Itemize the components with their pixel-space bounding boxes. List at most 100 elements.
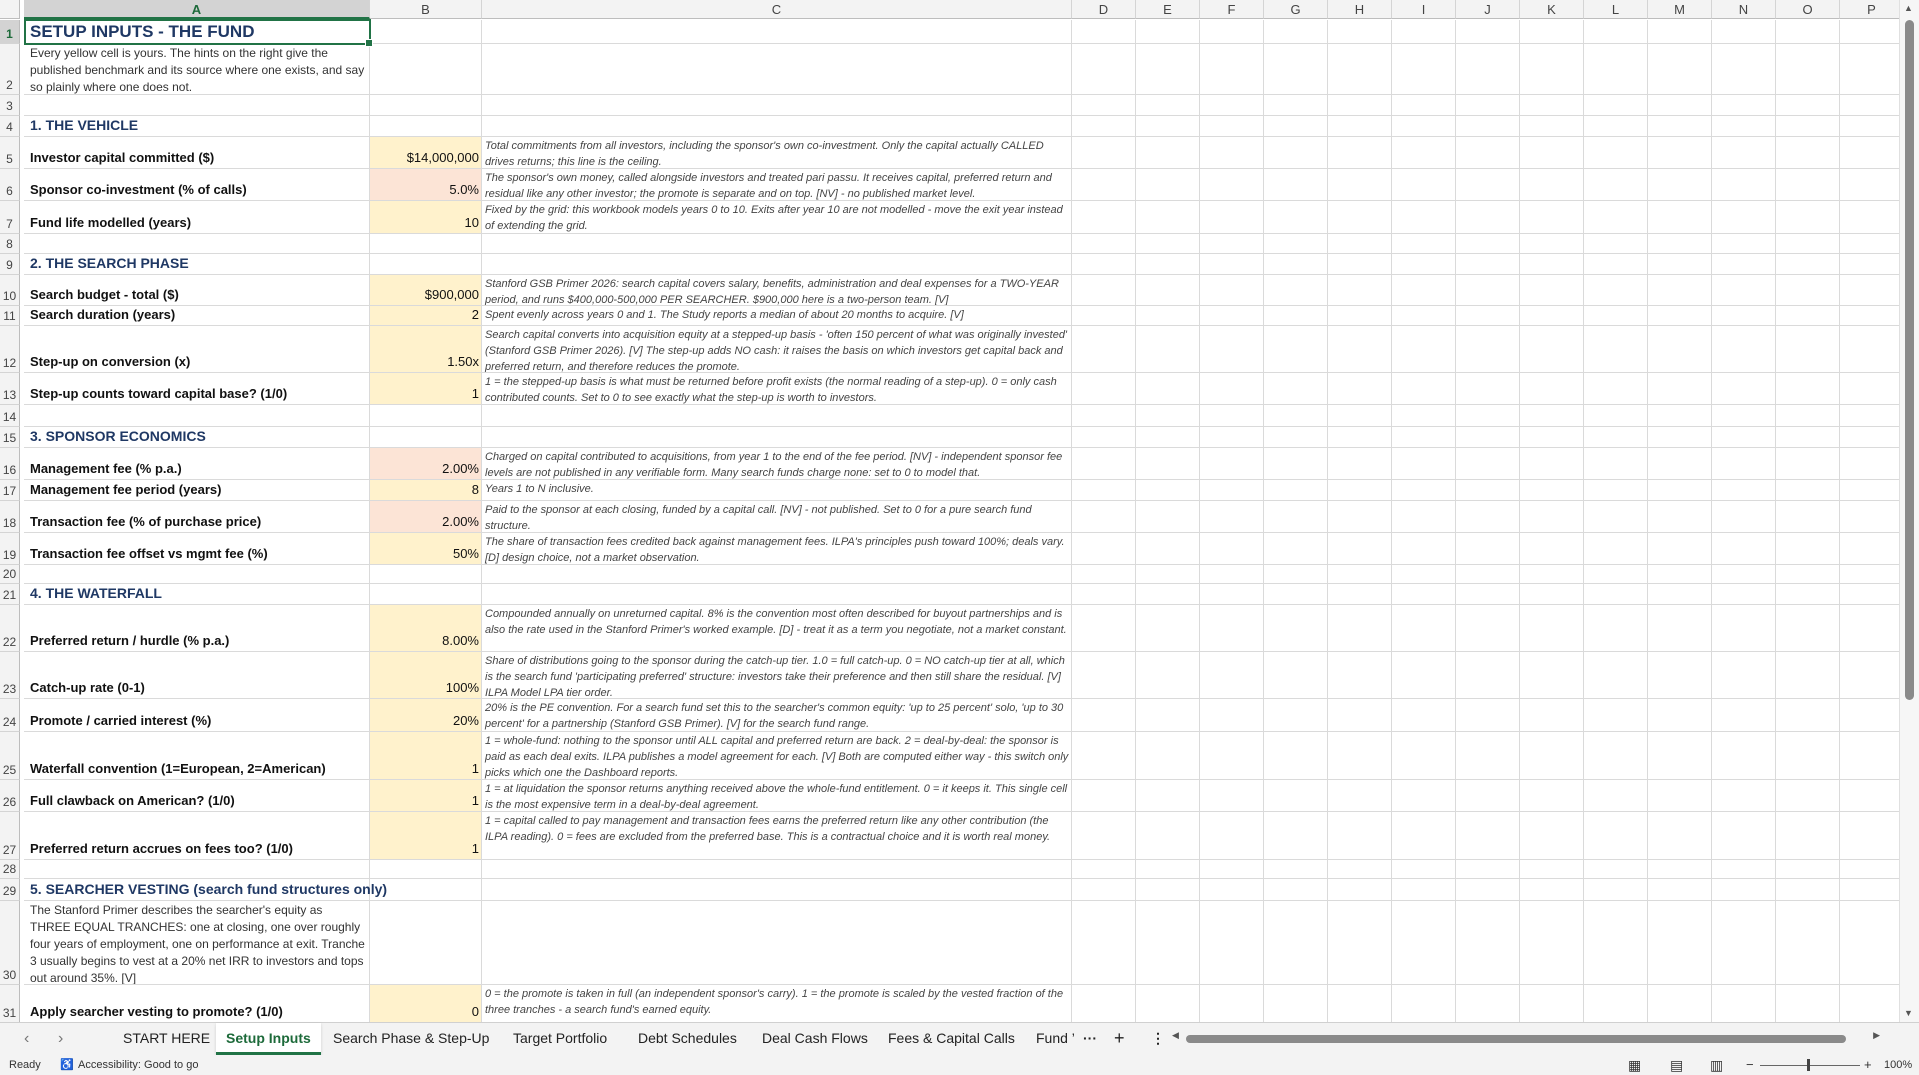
grid-cell[interactable] xyxy=(1584,373,1648,405)
grid-cell[interactable] xyxy=(1072,20,1136,44)
grid-cell[interactable] xyxy=(1264,254,1328,275)
grid-cell[interactable] xyxy=(1776,20,1840,44)
grid-cell[interactable] xyxy=(1392,169,1456,201)
column-header-m[interactable]: M xyxy=(1648,0,1712,19)
grid-cell[interactable] xyxy=(1264,20,1328,44)
grid-cell[interactable] xyxy=(1328,201,1392,234)
grid-cell[interactable] xyxy=(1456,234,1520,254)
grid-cell[interactable] xyxy=(1200,501,1264,533)
tab-search-phase[interactable]: Search Phase & Step-Up xyxy=(333,1023,489,1055)
grid-cell[interactable] xyxy=(1648,584,1712,605)
grid-cell[interactable] xyxy=(1136,565,1200,584)
tab-fund[interactable]: Fund ’ xyxy=(1036,1023,1075,1055)
column-header-j[interactable]: J xyxy=(1456,0,1520,19)
grid-cell[interactable] xyxy=(1392,812,1456,860)
grid-cell[interactable] xyxy=(1840,652,1900,699)
grid-cell[interactable] xyxy=(1392,533,1456,565)
grid-cell[interactable] xyxy=(1776,985,1840,1022)
grid-cell[interactable] xyxy=(1264,373,1328,405)
grid-cell[interactable] xyxy=(1456,879,1520,901)
grid-cell[interactable] xyxy=(1712,116,1776,137)
grid-cell[interactable] xyxy=(1264,584,1328,605)
grid-cell[interactable] xyxy=(1712,901,1776,985)
grid-cell[interactable] xyxy=(1584,275,1648,306)
grid-cell[interactable] xyxy=(370,234,482,254)
input-value[interactable]: 2.00% xyxy=(370,448,482,480)
row-header-7[interactable]: 7 xyxy=(0,201,20,234)
grid-cell[interactable] xyxy=(1072,732,1136,780)
input-value[interactable]: 5.0% xyxy=(370,169,482,201)
grid-cell[interactable] xyxy=(1584,20,1648,44)
grid-cell[interactable] xyxy=(1264,699,1328,732)
grid-cell[interactable] xyxy=(1648,373,1712,405)
grid-cell[interactable] xyxy=(24,860,370,879)
column-header-l[interactable]: L xyxy=(1584,0,1648,19)
column-header-h[interactable]: H xyxy=(1328,0,1392,19)
grid-cell[interactable] xyxy=(1776,652,1840,699)
grid-cell[interactable] xyxy=(1648,652,1712,699)
grid-cell[interactable] xyxy=(1392,565,1456,584)
grid-cell[interactable] xyxy=(370,565,482,584)
grid-cell[interactable] xyxy=(1648,201,1712,234)
grid-cell[interactable] xyxy=(1648,879,1712,901)
grid-cell[interactable] xyxy=(1648,275,1712,306)
row-header-30[interactable]: 30 xyxy=(0,901,20,985)
vertical-scroll-thumb[interactable] xyxy=(1905,20,1914,700)
grid-cell[interactable] xyxy=(24,405,370,427)
grid-cell[interactable] xyxy=(1200,20,1264,44)
grid-cell[interactable] xyxy=(1776,201,1840,234)
add-sheet-icon[interactable]: + xyxy=(1114,1023,1125,1055)
row-header-29[interactable]: 29 xyxy=(0,879,20,901)
grid-cell[interactable] xyxy=(1584,780,1648,812)
grid-cell[interactable] xyxy=(1072,373,1136,405)
grid-cell[interactable] xyxy=(1712,201,1776,234)
scroll-up-arrow-icon[interactable]: ▲ xyxy=(1904,3,1913,13)
grid-cell[interactable] xyxy=(1456,427,1520,448)
row-header-21[interactable]: 21 xyxy=(0,584,20,605)
grid-cell[interactable] xyxy=(1456,20,1520,44)
grid-cell[interactable] xyxy=(1072,137,1136,169)
grid-cell[interactable] xyxy=(1264,95,1328,116)
grid-cell[interactable] xyxy=(1776,533,1840,565)
vertical-scrollbar[interactable]: ▲ ▼ xyxy=(1899,0,1919,1022)
row-header-26[interactable]: 26 xyxy=(0,780,20,812)
grid-cell[interactable] xyxy=(1776,137,1840,169)
grid-cell[interactable] xyxy=(1456,44,1520,95)
grid-cell[interactable] xyxy=(1840,169,1900,201)
zoom-level[interactable]: 100% xyxy=(1884,1055,1912,1075)
horizontal-scroll-thumb[interactable] xyxy=(1186,1035,1846,1043)
grid-cell[interactable] xyxy=(1264,985,1328,1022)
grid-cell[interactable] xyxy=(1136,326,1200,373)
grid-cell[interactable] xyxy=(1648,732,1712,780)
grid-cell[interactable] xyxy=(1456,699,1520,732)
grid-cell[interactable] xyxy=(1136,501,1200,533)
grid-cell[interactable] xyxy=(482,234,1072,254)
grid-cell[interactable] xyxy=(1584,879,1648,901)
grid-cell[interactable] xyxy=(1392,584,1456,605)
grid-cell[interactable] xyxy=(1520,652,1584,699)
grid-cell[interactable] xyxy=(1200,584,1264,605)
grid-cell[interactable] xyxy=(1648,812,1712,860)
grid-cell[interactable] xyxy=(1648,326,1712,373)
grid-cell[interactable] xyxy=(1392,652,1456,699)
grid-cell[interactable] xyxy=(482,405,1072,427)
grid-cell[interactable] xyxy=(1712,584,1776,605)
row-header-31[interactable]: 31 xyxy=(0,985,20,1022)
grid-cell[interactable] xyxy=(1200,812,1264,860)
grid-cell[interactable] xyxy=(1072,501,1136,533)
grid-cell[interactable] xyxy=(1584,699,1648,732)
grid-cell[interactable] xyxy=(1392,427,1456,448)
grid-cell[interactable] xyxy=(1648,901,1712,985)
grid-cell[interactable] xyxy=(1776,448,1840,480)
grid-cell[interactable] xyxy=(24,565,370,584)
grid-cell[interactable] xyxy=(1840,732,1900,780)
grid-cell[interactable] xyxy=(1584,201,1648,234)
grid-cell[interactable] xyxy=(1840,275,1900,306)
grid-cell[interactable] xyxy=(1520,501,1584,533)
input-value[interactable]: 1.50x xyxy=(370,326,482,373)
grid-cell[interactable] xyxy=(1392,405,1456,427)
grid-cell[interactable] xyxy=(1328,901,1392,985)
input-value[interactable]: $14,000,000 xyxy=(370,137,482,169)
grid-cell[interactable] xyxy=(1584,95,1648,116)
grid-cell[interactable] xyxy=(1264,44,1328,95)
